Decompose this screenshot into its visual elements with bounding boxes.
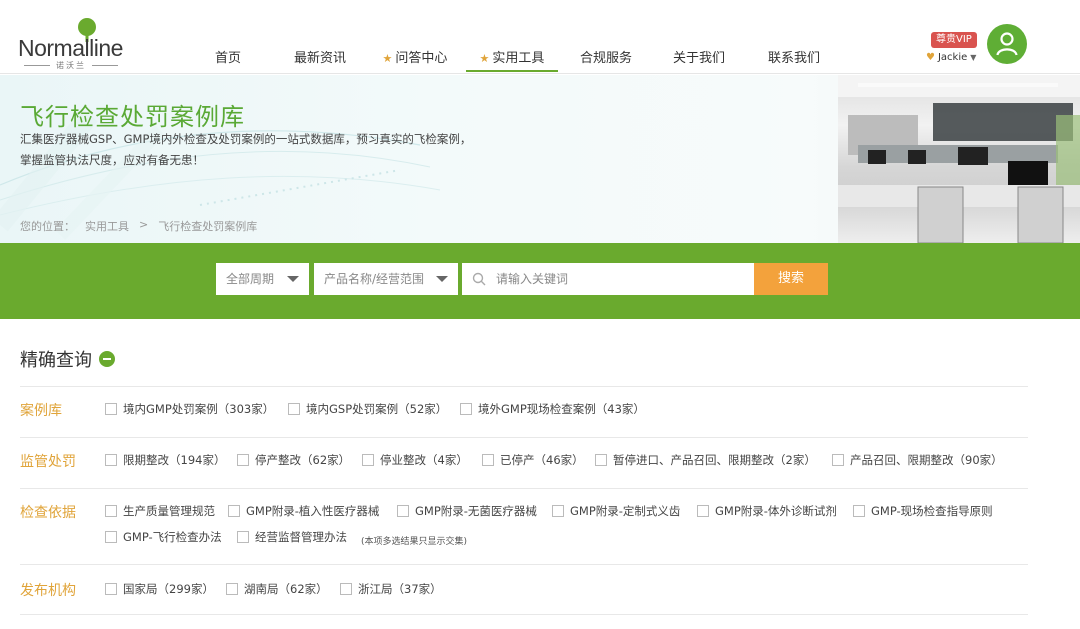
main-nav: 首页 最新资讯 ★ 问答中心 ★ 实用工具 合规服务 关于我们 联系我们 (190, 48, 844, 72)
checkbox[interactable] (105, 505, 117, 517)
checkbox[interactable] (340, 583, 352, 595)
divider (20, 564, 1028, 565)
checkbox[interactable] (105, 531, 117, 543)
banner: 飞行检查处罚案例库 汇集医疗器械GSP、GMP境内外检查及处罚案例的一站式数据库… (0, 75, 1080, 243)
top-header: Normalline 诺沃兰 首页 最新资讯 ★ 问答中心 ★ 实用工具 合规服务 … (0, 0, 1080, 74)
breadcrumb-label: 您的位置： (20, 220, 75, 233)
vip-badge: 尊贵VIP (931, 32, 977, 48)
checkbox[interactable] (362, 454, 374, 466)
filter-option[interactable]: 浙江局（37家） (340, 581, 442, 597)
user-menu[interactable]: ♥ Jackie ▼ (926, 52, 976, 63)
nav-tools[interactable]: ★ 实用工具 (466, 48, 558, 72)
checkbox[interactable] (853, 505, 865, 517)
filter-option[interactable]: GMP-飞行检查办法 (105, 529, 222, 545)
filter-option[interactable]: 暂停进口、产品召回、限期整改（2家） (595, 452, 816, 468)
search-field (462, 263, 754, 295)
filter-option[interactable]: GMP附录-植入性医疗器械 (228, 503, 379, 519)
filter-option[interactable]: 国家局（299家） (105, 581, 214, 597)
logo-text: Normalline (18, 35, 123, 61)
filter-option[interactable]: 湖南局（62家） (226, 581, 328, 597)
checkbox[interactable] (397, 505, 409, 517)
filter-option[interactable]: GMP-现场检查指导原则 (853, 503, 993, 519)
checkbox[interactable] (552, 505, 564, 517)
checkbox[interactable] (697, 505, 709, 517)
nav-compliance[interactable]: 合规服务 (558, 48, 654, 72)
checkbox[interactable] (105, 403, 117, 415)
nav-home[interactable]: 首页 (190, 48, 266, 72)
checkbox[interactable] (226, 583, 238, 595)
filter-label-basis: 检查依据 (20, 505, 76, 521)
avatar[interactable] (987, 24, 1027, 64)
filter-option[interactable]: GMP附录-体外诊断试剂 (697, 503, 837, 519)
checkbox[interactable] (482, 454, 494, 466)
checkbox[interactable] (105, 583, 117, 595)
search-button[interactable]: 搜索 (754, 263, 828, 295)
nav-about[interactable]: 关于我们 (654, 48, 744, 72)
checkbox[interactable] (832, 454, 844, 466)
chevron-down-icon (436, 276, 448, 282)
office-illustration (838, 75, 1080, 243)
checkbox[interactable] (237, 454, 249, 466)
search-input[interactable] (496, 263, 746, 295)
breadcrumb-tools[interactable]: 实用工具 (85, 218, 129, 234)
filter-option[interactable]: 境外GMP现场检查案例（43家） (460, 401, 645, 417)
filter-option[interactable]: 境内GSP处罚案例（52家） (288, 401, 447, 417)
checkbox[interactable] (105, 454, 117, 466)
checkbox[interactable] (288, 403, 300, 415)
divider (20, 614, 1028, 615)
filter-option[interactable]: GMP附录-无菌医疗器械 (397, 503, 537, 519)
filter-option[interactable]: 停产整改（62家） (237, 452, 350, 468)
filter-option[interactable]: 已停产（46家） (482, 452, 584, 468)
period-select[interactable]: 全部周期 (216, 263, 309, 295)
user-icon (996, 32, 1018, 56)
divider (20, 437, 1028, 438)
section-title: 精确查询 (20, 346, 115, 372)
heart-icon: ♥ (926, 52, 935, 63)
filter-option[interactable]: GMP附录-定制式义齿 (552, 503, 680, 519)
chevron-down-icon: ▼ (970, 53, 977, 62)
checkbox[interactable] (595, 454, 607, 466)
star-icon: ★ (382, 52, 393, 65)
filter-option[interactable]: 境内GMP处罚案例（303家） (105, 401, 274, 417)
filter-option[interactable]: 停业整改（4家） (362, 452, 468, 468)
nav-qa[interactable]: ★ 问答中心 (374, 48, 456, 72)
star-icon: ★ (479, 52, 490, 65)
filter-option[interactable]: 生产质量管理规范 (105, 503, 215, 519)
nav-news[interactable]: 最新资讯 (266, 48, 374, 72)
search-icon (472, 272, 486, 286)
filter-option[interactable]: 经营监督管理办法 (237, 529, 347, 545)
scope-select[interactable]: 产品名称/经营范围 (314, 263, 458, 295)
checkbox[interactable] (228, 505, 240, 517)
breadcrumb-separator: > (139, 218, 149, 231)
filter-label-agency: 发布机构 (20, 583, 76, 599)
divider (20, 386, 1028, 387)
page-title: 飞行检查处罚案例库 (20, 103, 245, 131)
username: Jackie (937, 52, 968, 63)
filter-option[interactable]: 产品召回、限期整改（90家） (832, 452, 1003, 468)
office-photo (838, 75, 1080, 243)
filter-note: (本项多选结果只显示交集) (361, 537, 468, 547)
breadcrumb: 您的位置： 实用工具 > 飞行检查处罚案例库 (20, 218, 257, 234)
nav-contact[interactable]: 联系我们 (744, 48, 844, 72)
collapse-icon[interactable] (99, 351, 115, 367)
checkbox[interactable] (460, 403, 472, 415)
logo[interactable]: Normalline 诺沃兰 (18, 18, 138, 70)
checkbox[interactable] (237, 531, 249, 543)
filter-label-penalty: 监管处罚 (20, 454, 76, 470)
search-bar: 全部周期 产品名称/经营范围 搜索 (0, 243, 1080, 319)
divider (20, 488, 1028, 489)
chevron-down-icon (287, 276, 299, 282)
filter-label-case-library: 案例库 (20, 403, 62, 419)
filter-option[interactable]: 限期整改（194家） (105, 452, 225, 468)
page-description: 汇集医疗器械GSP、GMP境内外检查及处罚案例的一站式数据库，预习真实的飞检案例… (20, 132, 472, 167)
breadcrumb-current: 飞行检查处罚案例库 (158, 220, 258, 233)
logo-subtitle: 诺沃兰 (18, 60, 124, 71)
